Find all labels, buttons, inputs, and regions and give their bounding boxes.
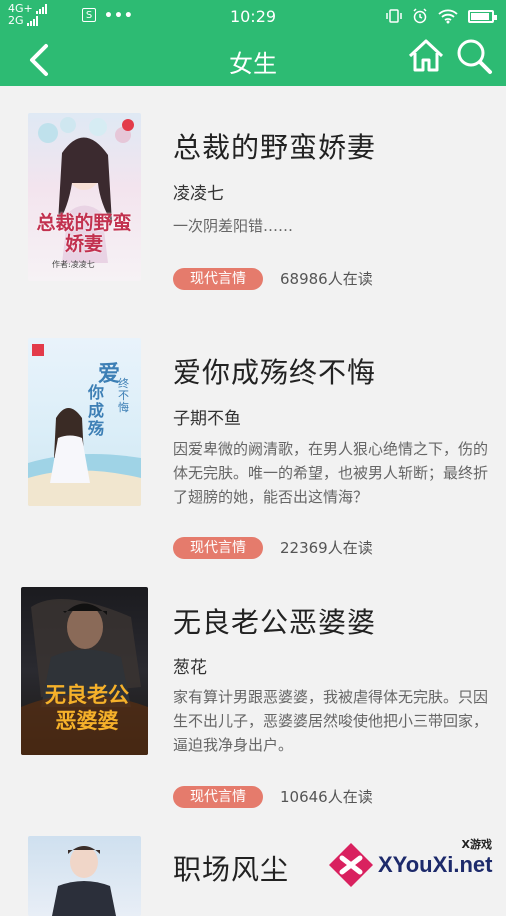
book-title[interactable]: 总裁的野蛮娇妻 (173, 126, 376, 166)
book-cover: 爱 你成殇 终不悔 (28, 338, 141, 506)
cover-illustration (38, 117, 134, 263)
category-tag[interactable]: 现代言情 (173, 268, 263, 290)
alarm-icon (413, 8, 427, 24)
book-description: 因爱卑微的阙清歌，在男人狠心绝情之下，伤的体无完肤。唯一的希望，也被男人斩断；最… (173, 440, 489, 506)
vibrate-icon (386, 9, 402, 23)
category-tag[interactable]: 现代言情 (173, 537, 263, 559)
watermark-logo-icon (329, 843, 373, 887)
book-cover: 无良老公 恶婆婆 (21, 587, 148, 755)
book-description: 家有算计男跟恶婆婆，我被虐得体无完肤。只因生不出儿子，恶婆婆居然唆使他把小三带回… (173, 688, 489, 754)
home-icon (408, 39, 444, 72)
book-author: 凌凌七 (173, 184, 224, 204)
book-list-item[interactable]: 无良老公 恶婆婆 无良老公恶婆婆 葱花 家有算计男跟恶婆婆，我被虐得体无完肤。只… (0, 571, 506, 826)
book-list-item[interactable]: 总裁的野蛮娇妻 作者:凌凌七 总裁的野蛮娇妻 凌凌七 一次阴差阳错…… 现代言情… (0, 86, 506, 311)
book-list-item[interactable]: 爱 你成殇 终不悔 爱你成殇终不悔 子期不鱼 因爱卑微的阙清歌，在男人狠心绝情之… (0, 311, 506, 571)
reader-count: 22369人在读 (280, 539, 373, 557)
status-icons-right (386, 8, 497, 24)
book-title[interactable]: 爱你成殇终不悔 (173, 351, 376, 391)
book-author: 葱花 (173, 658, 207, 678)
search-icon (457, 39, 492, 74)
cover-title-line2: 你成殇 (88, 383, 105, 438)
book-title[interactable]: 无良老公恶婆婆 (173, 601, 376, 641)
battery-icon (468, 9, 497, 23)
book-title[interactable]: 职场风尘 (173, 848, 289, 888)
book-cover (28, 836, 141, 916)
site-watermark: X游戏 XYouXi.net (326, 836, 498, 892)
book-description: 一次阴差阳错…… (173, 217, 294, 235)
cover-side-text: 终不悔 (118, 377, 129, 414)
home-button[interactable] (406, 36, 446, 76)
wifi-icon (438, 9, 458, 24)
reader-count: 10646人在读 (280, 788, 373, 806)
status-bar: 4G+ 2G S ••• 10:29 (0, 0, 506, 32)
category-tag[interactable]: 现代言情 (173, 786, 263, 808)
title-bar: 女生 (0, 32, 506, 86)
watermark-top-text: X游戏 (461, 838, 492, 851)
search-button[interactable] (454, 36, 494, 76)
cover-title: 总裁的野蛮娇妻 (36, 212, 132, 255)
book-cover: 总裁的野蛮娇妻 作者:凌凌七 (28, 113, 141, 281)
cover-illustration (28, 344, 141, 506)
cover-title-line2: 恶婆婆 (55, 708, 119, 733)
cover-illustration (52, 846, 116, 916)
cover-byline: 作者:凌凌七 (52, 260, 95, 269)
watermark-main-text: XYouXi.net (378, 852, 493, 877)
book-author: 子期不鱼 (173, 409, 241, 429)
reader-count: 68986人在读 (280, 270, 373, 288)
